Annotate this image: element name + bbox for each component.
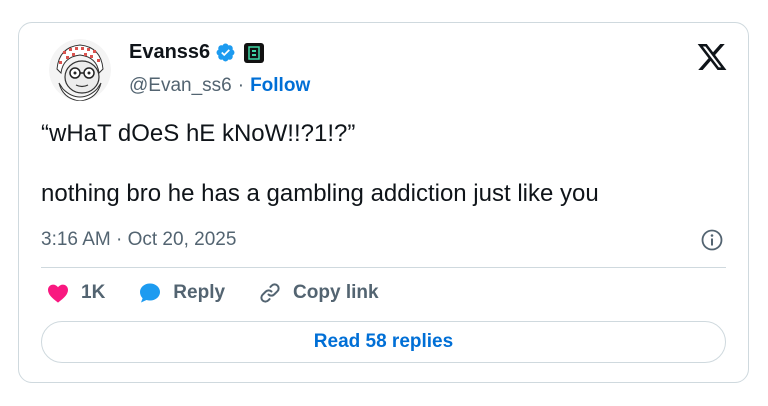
affiliate-badge-icon[interactable]: [244, 42, 265, 63]
like-button[interactable]: 1K: [45, 281, 105, 305]
link-icon: [260, 283, 280, 303]
tweet-text: “wHaT dOeS hE kNoW!!?1!?” nothing bro he…: [41, 119, 731, 209]
x-logo-icon[interactable]: [696, 41, 728, 73]
reply-button[interactable]: Reply: [137, 281, 225, 305]
author-handle[interactable]: @Evan_ss6: [129, 75, 232, 97]
like-count: 1K: [81, 282, 106, 303]
reply-bubble-icon: [140, 283, 161, 303]
author-avatar[interactable]: [49, 39, 111, 101]
copy-link-button[interactable]: Copy link: [257, 281, 379, 305]
reply-label: Reply: [173, 282, 226, 303]
follow-button[interactable]: Follow: [250, 75, 310, 97]
tweet-text-line-1: “wHaT dOeS hE kNoW!!?1!?”: [41, 120, 356, 147]
heart-icon: [48, 284, 68, 303]
author-name[interactable]: Evanss6: [129, 41, 210, 64]
divider: [41, 267, 726, 268]
handle-separator: ·: [237, 75, 245, 96]
read-replies-button[interactable]: Read 58 replies: [41, 321, 726, 363]
tweet-card: Evanss6 @Evan_ss6 · Follow “wHaT dOeS hE…: [18, 22, 749, 383]
verified-badge-icon: [215, 42, 236, 63]
tweet-timestamp[interactable]: 3:16 AM · Oct 20, 2025: [41, 229, 236, 251]
info-icon[interactable]: [700, 228, 724, 252]
copy-link-label: Copy link: [293, 282, 379, 303]
tweet-text-line-2: nothing bro he has a gambling addiction …: [41, 180, 599, 207]
action-bar: 1K Reply Copy link: [45, 281, 379, 305]
